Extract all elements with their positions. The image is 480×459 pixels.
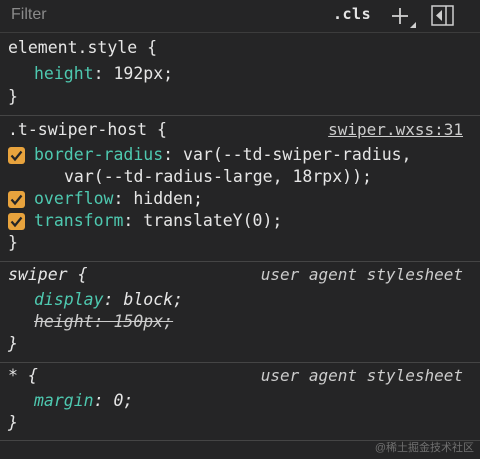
toggle-sidebar-icon [431, 5, 454, 26]
checkmark-icon [10, 150, 23, 162]
property-value[interactable]: var(--td-swiper-radius, [183, 145, 411, 164]
cls-toggle-button[interactable]: .cls [333, 5, 371, 23]
rule-selector: swiper { [8, 265, 88, 284]
property-value[interactable]: 192px; [113, 64, 173, 83]
new-style-rule-button[interactable] [389, 2, 419, 30]
rule-element-style: element.style { height: 192px; } [0, 33, 480, 116]
property-value[interactable]: translateY(0); [143, 211, 282, 230]
checkmark-icon [10, 216, 23, 228]
property-name: transform [34, 211, 124, 230]
rule-universal: * { user agent stylesheet margin: 0; } [0, 363, 480, 441]
rule-close-brace: } [8, 334, 18, 353]
property-name: height [34, 312, 94, 331]
rule-selector[interactable]: element.style { [8, 36, 157, 60]
declaration-margin: margin: 0; [34, 391, 134, 410]
rule-swiper-host: .t-swiper-host { swiper.wxss:31 border-r… [0, 116, 480, 262]
property-name: overflow [34, 189, 114, 208]
property-name: margin [34, 391, 94, 410]
declaration-display: display: block; [34, 290, 184, 309]
checkmark-icon [10, 194, 23, 206]
checkbox-transform[interactable] [8, 213, 25, 230]
rule-close-brace: } [8, 87, 18, 106]
checkbox-overflow[interactable] [8, 191, 25, 208]
declaration-overflow[interactable]: overflow: hidden; [34, 187, 203, 211]
source-link[interactable]: swiper.wxss:31 [328, 118, 463, 142]
property-value: block; [123, 290, 184, 309]
property-name: display [34, 290, 104, 309]
declaration-transform[interactable]: transform: translateY(0); [34, 209, 282, 233]
plus-icon [392, 8, 416, 28]
checkbox-border-radius[interactable] [8, 147, 25, 164]
declaration-border-radius[interactable]: border-radius: var(--td-swiper-radius, [34, 143, 412, 167]
user-agent-stylesheet-label: user agent stylesheet [260, 265, 463, 284]
rule-selector: * { [8, 366, 38, 385]
rule-swiper: swiper { user agent stylesheet display: … [0, 262, 480, 363]
filter-input[interactable]: Filter [11, 6, 47, 24]
toggle-sidebar-button[interactable] [431, 5, 454, 26]
property-value-continued[interactable]: var(--td-radius-large, 18rpx)); [64, 165, 372, 189]
rule-selector[interactable]: .t-swiper-host { [8, 118, 167, 142]
styles-toolbar: Filter .cls [0, 0, 480, 33]
rule-close-brace: } [8, 233, 18, 252]
rule-close-brace: } [8, 413, 18, 432]
declaration-height[interactable]: height: 192px; [34, 62, 173, 86]
property-value: 0; [113, 391, 134, 410]
property-value[interactable]: hidden; [133, 189, 203, 208]
property-name: border-radius [34, 145, 164, 164]
watermark: @稀土掘金技术社区 [374, 442, 474, 454]
property-name: height [34, 64, 94, 83]
declaration-height-overridden: height: 150px; [34, 312, 174, 331]
user-agent-stylesheet-label: user agent stylesheet [260, 366, 463, 385]
property-value: 150px; [113, 312, 174, 331]
